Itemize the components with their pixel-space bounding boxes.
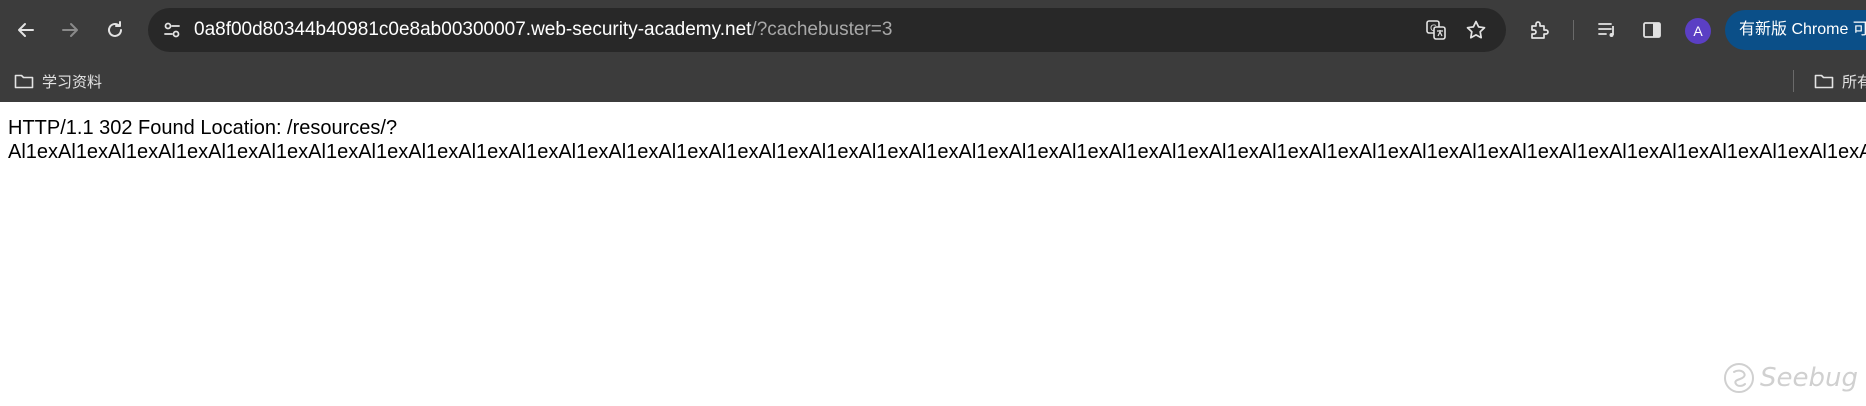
page-content: HTTP/1.1 302 Found Location: /resources/…	[0, 102, 1866, 406]
bookmarks-divider	[1793, 70, 1794, 92]
browser-toolbar: 0a8f00d80344b40981c0e8ab00300007.web-sec…	[0, 0, 1866, 60]
tune-icon	[164, 22, 180, 38]
bookmark-star-button[interactable]	[1462, 16, 1490, 44]
side-panel-button[interactable]	[1636, 14, 1668, 46]
site-info-button[interactable]	[156, 14, 188, 46]
watermark-text: Seebug	[1760, 363, 1858, 393]
url-text[interactable]: 0a8f00d80344b40981c0e8ab00300007.web-sec…	[194, 8, 892, 52]
url-host: 0a8f00d80344b40981c0e8ab00300007.web-sec…	[194, 19, 752, 40]
profile-avatar[interactable]: A	[1685, 18, 1711, 44]
address-bar[interactable]: 0a8f00d80344b40981c0e8ab00300007.web-sec…	[148, 8, 1506, 52]
translate-button[interactable]: G	[1422, 16, 1450, 44]
translate-icon: G	[1426, 20, 1446, 40]
reload-button[interactable]	[95, 10, 135, 50]
chrome-update-button[interactable]: 有新版 Chrome 可用	[1725, 10, 1866, 50]
folder-icon	[1814, 74, 1834, 89]
playlist-icon	[1598, 23, 1614, 37]
extensions-button[interactable]	[1523, 14, 1555, 46]
bookmark-folder-label: 学习资料	[42, 73, 103, 91]
bookmarks-bar: 学习资料 所有书签	[0, 60, 1866, 102]
seebug-watermark: Seebug	[1722, 356, 1858, 400]
forward-button[interactable]	[50, 10, 90, 50]
url-path: /?cachebuster=3	[751, 19, 893, 40]
star-icon	[1466, 20, 1486, 39]
bookmark-folder-label: 所有书签	[1842, 73, 1866, 91]
folder-icon	[14, 74, 34, 89]
back-button[interactable]	[6, 10, 46, 50]
arrow-right-icon	[62, 23, 78, 37]
puzzle-icon	[1531, 21, 1549, 39]
reload-icon	[108, 21, 122, 37]
toolbar-divider	[1573, 20, 1574, 40]
bookmark-folder-study[interactable]: 学习资料	[14, 66, 102, 96]
arrow-left-icon	[18, 23, 34, 37]
response-payload-line: Al1exAl1exAl1exAl1exAl1exAl1exAl1exAl1ex…	[8, 141, 1866, 163]
seebug-logo-icon	[1724, 363, 1754, 393]
side-panel-icon	[1643, 22, 1661, 38]
response-status-line: HTTP/1.1 302 Found Location: /resources/…	[8, 117, 398, 139]
reading-list-button[interactable]	[1591, 14, 1623, 46]
bookmark-folder-all[interactable]: 所有书签	[1814, 66, 1866, 96]
